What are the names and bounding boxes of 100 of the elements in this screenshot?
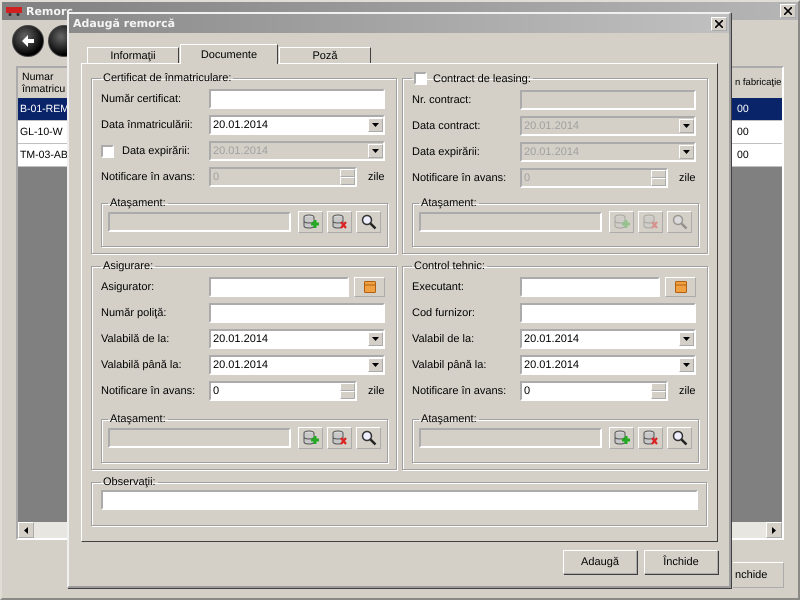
window-title: Adaugă remorcă bbox=[73, 17, 176, 30]
date-dropdown[interactable]: 20.01.2014 bbox=[209, 355, 385, 375]
input-field[interactable] bbox=[520, 277, 660, 297]
database-add-icon bbox=[302, 214, 319, 230]
close-button[interactable] bbox=[711, 16, 727, 30]
dropdown-arrow-icon bbox=[683, 363, 690, 367]
database-delete-icon bbox=[642, 214, 659, 230]
dropdown-arrow-icon bbox=[372, 363, 379, 367]
date-dropdown[interactable]: 20.01.2014 bbox=[209, 329, 385, 349]
database-add-icon bbox=[613, 430, 630, 446]
field-label: Valabilă de la: bbox=[101, 333, 170, 345]
column-header: Numar înmatricu bbox=[20, 71, 66, 95]
database-add-icon bbox=[613, 214, 630, 230]
view-button[interactable] bbox=[356, 427, 381, 449]
close-button[interactable]: nchide bbox=[733, 562, 784, 588]
unit-label: zile bbox=[679, 172, 696, 184]
arrow-right-icon bbox=[772, 526, 776, 534]
close-icon bbox=[784, 7, 792, 15]
field-label: Data expirării: bbox=[412, 146, 481, 158]
field-label: Număr poliţă: bbox=[101, 307, 168, 319]
close-icon bbox=[715, 20, 723, 28]
add-button[interactable] bbox=[298, 427, 323, 449]
dropdown-arrow-icon bbox=[683, 124, 690, 128]
search-icon bbox=[360, 430, 376, 446]
database-delete-icon bbox=[642, 430, 659, 446]
field-label: Data expirării: bbox=[122, 145, 190, 157]
column-header: n fabricaţie bbox=[735, 77, 782, 89]
search-icon bbox=[360, 214, 376, 230]
arrow-left-icon bbox=[24, 526, 28, 534]
box-icon bbox=[364, 281, 376, 293]
group-title: Asigurare: bbox=[103, 260, 154, 272]
checkbox[interactable] bbox=[414, 72, 427, 85]
field-label: Notificare în avans: bbox=[412, 385, 508, 397]
field-label: Notificare în avans: bbox=[101, 171, 196, 183]
arrow-left-icon bbox=[20, 33, 36, 49]
field-label: Notificare în avans: bbox=[412, 172, 508, 184]
group-title: Observaţii: bbox=[103, 476, 156, 488]
attachment-field[interactable] bbox=[419, 212, 602, 232]
browse-button[interactable] bbox=[665, 277, 696, 297]
attachment-field[interactable] bbox=[108, 428, 291, 448]
view-button[interactable] bbox=[356, 211, 381, 233]
input-field[interactable] bbox=[209, 303, 385, 323]
browse-button[interactable] bbox=[354, 277, 385, 297]
close-button[interactable] bbox=[780, 4, 796, 18]
group-title: Contract de leasing: bbox=[433, 72, 531, 84]
tab[interactable]: Documente bbox=[180, 44, 278, 64]
group-title: Ataşament: bbox=[421, 197, 477, 209]
unit-label: zile bbox=[679, 385, 696, 397]
field-label: Data înmatriculării: bbox=[101, 119, 194, 131]
group-title: Ataşament: bbox=[110, 197, 166, 209]
date-dropdown[interactable]: 20.01.2014 bbox=[520, 329, 696, 349]
dropdown-arrow-icon bbox=[683, 337, 690, 341]
attachment-field[interactable] bbox=[108, 212, 291, 232]
date-dropdown[interactable]: 20.01.2014 bbox=[520, 355, 696, 375]
add-button[interactable] bbox=[609, 427, 634, 449]
input-field[interactable] bbox=[520, 303, 696, 323]
remove-button[interactable] bbox=[327, 427, 352, 449]
database-add-icon bbox=[302, 430, 319, 446]
field-label: Valabil de la: bbox=[412, 333, 476, 345]
group-title: Ataşament: bbox=[421, 413, 477, 425]
group-title: Certificat de înmatriculare: bbox=[103, 72, 232, 84]
tab[interactable]: Informaţii bbox=[87, 47, 179, 63]
search-icon bbox=[672, 214, 688, 230]
search-icon bbox=[672, 430, 688, 446]
unit-label: zile bbox=[368, 171, 385, 183]
date-dropdown[interactable]: 20.01.2014 bbox=[209, 115, 385, 135]
remove-button[interactable] bbox=[638, 427, 663, 449]
field-label: Nr. contract: bbox=[412, 94, 472, 106]
table-cell-text: 00 bbox=[736, 103, 750, 115]
field-label: Cod furnizor: bbox=[412, 307, 476, 319]
view-button[interactable] bbox=[667, 427, 692, 449]
field-label: Valabilă până la: bbox=[101, 359, 183, 371]
dialog-button[interactable]: Închide bbox=[644, 550, 718, 574]
attachment-field[interactable] bbox=[419, 428, 602, 448]
tab[interactable]: Poză bbox=[279, 47, 371, 63]
table-cell-text: GL-10-W bbox=[19, 126, 64, 138]
table-cell-text: B-01-REM bbox=[19, 103, 69, 115]
add-button[interactable] bbox=[298, 211, 323, 233]
unit-label: zile bbox=[368, 385, 385, 397]
back-button[interactable] bbox=[12, 25, 44, 57]
table-cell-text: 00 bbox=[736, 149, 750, 161]
input-field[interactable] bbox=[209, 277, 349, 297]
group-title: Ataşament: bbox=[110, 413, 166, 425]
dropdown-arrow-icon bbox=[372, 337, 379, 341]
notes-field[interactable] bbox=[101, 490, 698, 510]
input-field[interactable] bbox=[209, 89, 385, 109]
number-spinner[interactable]: 0 bbox=[520, 381, 668, 401]
field-label: Valabil până la: bbox=[412, 359, 488, 371]
box-icon bbox=[674, 281, 686, 293]
table-cell-text: TM-03-AB bbox=[19, 149, 69, 161]
trailer-icon bbox=[6, 6, 22, 16]
dialog-button[interactable]: Adaugă bbox=[563, 550, 637, 574]
dropdown-arrow-icon bbox=[372, 149, 379, 153]
field-label: Data contract: bbox=[412, 120, 482, 132]
field-label: Executant: bbox=[412, 281, 465, 293]
dropdown-arrow-icon bbox=[683, 150, 690, 154]
database-delete-icon bbox=[331, 214, 348, 230]
remove-button[interactable] bbox=[327, 211, 352, 233]
group-title: Control tehnic: bbox=[414, 260, 485, 272]
number-spinner[interactable]: 0 bbox=[209, 381, 357, 401]
